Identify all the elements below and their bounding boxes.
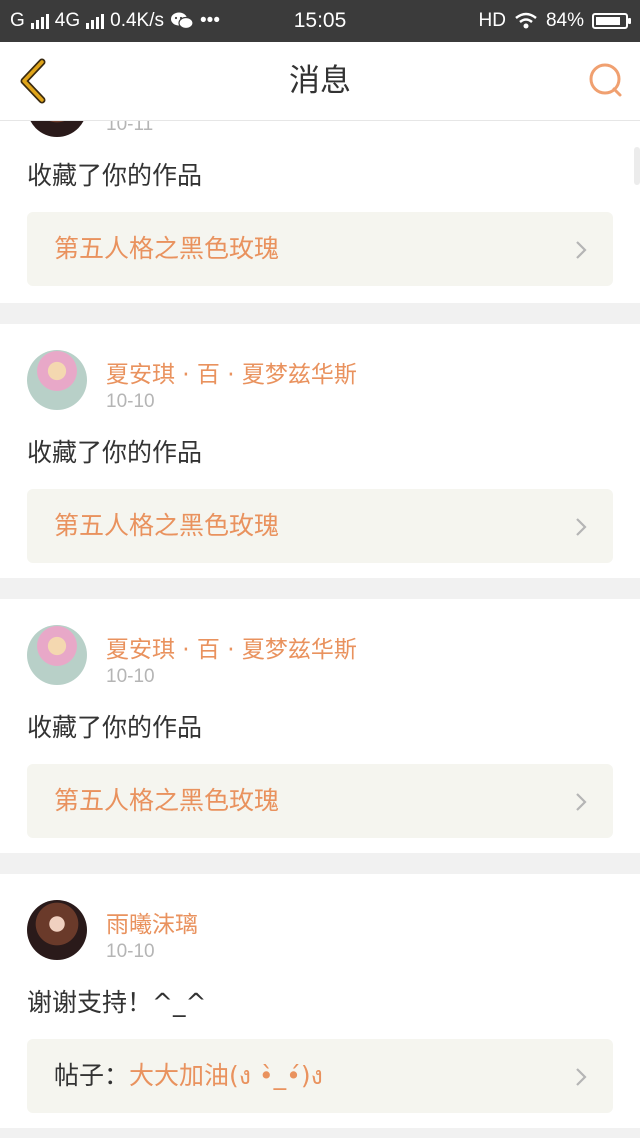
message-card: 10-11 收藏了你的作品 第五人格之黑色玫瑰: [0, 121, 640, 303]
post-link[interactable]: 帖子：大大加油(ง •̀_•́)ง: [27, 1039, 613, 1113]
chevron-right-icon: [576, 793, 587, 811]
message-card: 夏安琪 · 百 · 夏梦兹华斯 10-10 收藏了你的作品 第五人格之黑色玫瑰: [0, 324, 640, 578]
message-date: 10-11: [106, 121, 154, 135]
work-title: 第五人格之黑色玫瑰: [54, 234, 280, 263]
chevron-right-icon: [576, 518, 587, 536]
work-link[interactable]: 第五人格之黑色玫瑰: [27, 212, 613, 286]
avatar[interactable]: [27, 625, 87, 685]
username[interactable]: 夏安琪 · 百 · 夏梦兹华斯: [106, 355, 357, 389]
work-title: 第五人格之黑色玫瑰: [54, 511, 280, 540]
battery-percent: 84%: [545, 10, 584, 31]
chevron-right-icon: [576, 241, 587, 259]
search-button[interactable]: [586, 60, 626, 100]
wifi-icon: [515, 12, 537, 29]
avatar[interactable]: [27, 350, 87, 410]
search-icon: [589, 63, 622, 97]
scrollbar[interactable]: [634, 147, 640, 185]
status-bar: G 4G 0.4K/s ••• 15:05 HD 84%: [0, 0, 640, 42]
work-link[interactable]: 第五人格之黑色玫瑰: [27, 489, 613, 563]
message-text: 收藏了你的作品: [27, 713, 203, 742]
hd-label: HD: [478, 10, 506, 31]
message-date: 10-10: [106, 391, 155, 412]
avatar[interactable]: [27, 121, 87, 137]
post-prefix: 帖子：: [54, 1061, 130, 1090]
status-right: HD 84%: [478, 0, 631, 42]
avatar[interactable]: [27, 900, 87, 960]
chevron-right-icon: [576, 1068, 587, 1086]
message-date: 10-10: [106, 666, 155, 687]
post-title-text: 大大加油(ง •̀_•́)ง: [129, 1061, 323, 1090]
work-title: 第五人格之黑色玫瑰: [54, 786, 280, 815]
message-card: 夏安琪 · 百 · 夏梦兹华斯 10-10 收藏了你的作品 第五人格之黑色玫瑰: [0, 599, 640, 853]
page-title: 消息: [289, 63, 351, 99]
nav-bar: 消息: [0, 42, 640, 121]
message-text: 收藏了你的作品: [27, 438, 203, 467]
message-date: 10-10: [106, 941, 155, 962]
message-text: 收藏了你的作品: [27, 161, 203, 190]
message-text: 谢谢支持！^_^: [27, 988, 207, 1017]
work-link[interactable]: 第五人格之黑色玫瑰: [27, 764, 613, 838]
battery-fill: [596, 17, 620, 25]
battery-icon: [592, 13, 631, 29]
username[interactable]: 雨曦沫璃: [106, 905, 198, 939]
message-list[interactable]: 10-11 收藏了你的作品 第五人格之黑色玫瑰 夏安琪 · 百 · 夏梦兹华斯 …: [0, 121, 640, 1138]
username[interactable]: 夏安琪 · 百 · 夏梦兹华斯: [106, 630, 357, 664]
post-title: 帖子：大大加油(ง •̀_•́)ง: [54, 1039, 323, 1113]
message-card: 雨曦沫璃 10-10 谢谢支持！^_^ 帖子：大大加油(ง •̀_•́)ง: [0, 874, 640, 1128]
